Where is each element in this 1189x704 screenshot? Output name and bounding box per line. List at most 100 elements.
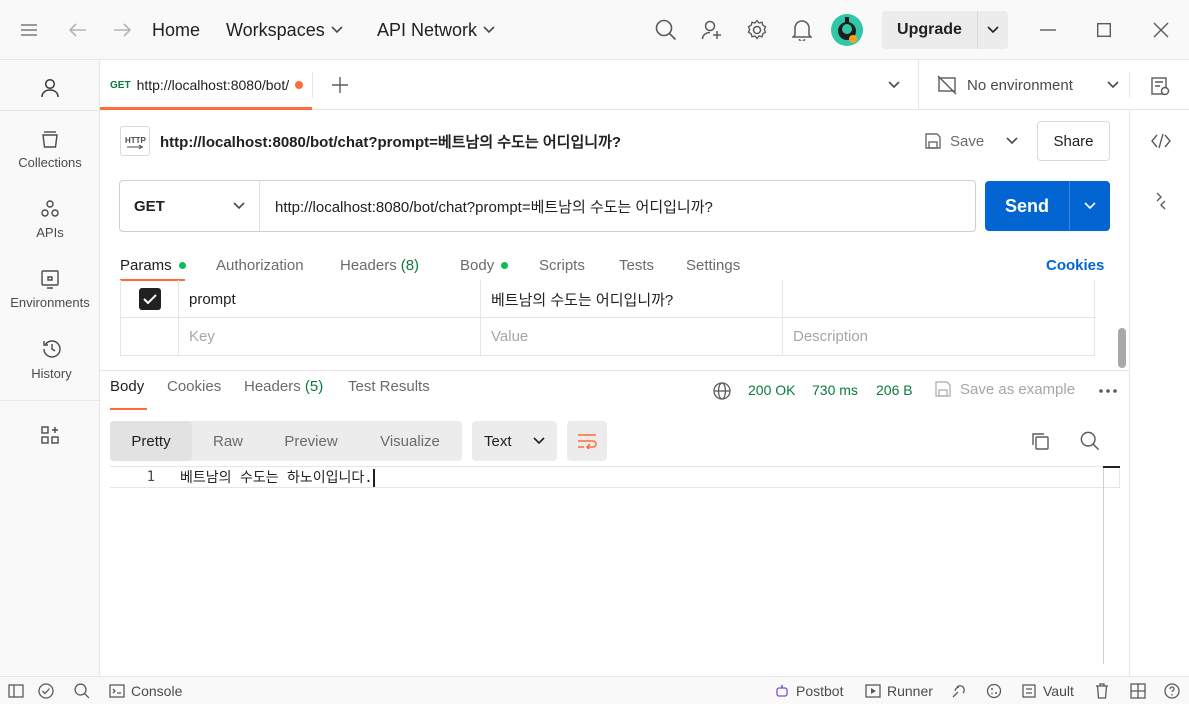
wrap-lines-icon[interactable] [567, 421, 607, 461]
method-select[interactable]: GET [120, 181, 260, 231]
response-time[interactable]: 730 ms [812, 382, 858, 398]
tab-scripts[interactable]: Scripts [539, 250, 585, 280]
maximize-icon[interactable] [1090, 16, 1118, 44]
toggle-sidebar-icon[interactable] [8, 677, 24, 704]
capture-requests-icon[interactable] [951, 677, 967, 704]
api-network-menu[interactable]: API Network [377, 0, 495, 60]
code-snippet-icon[interactable] [1148, 128, 1174, 154]
request-header: HTTP http://localhost:8080/bot/chat?prom… [100, 110, 1129, 172]
response-tab-body[interactable]: Body [110, 378, 144, 404]
checkbox-checked-icon[interactable] [138, 288, 161, 310]
vault-button[interactable]: Vault [1021, 677, 1074, 704]
send-button[interactable]: Send [985, 181, 1110, 231]
back-arrow-icon[interactable] [64, 18, 92, 42]
tab-authorization[interactable]: Authorization [216, 250, 304, 280]
tab-label: Headers [340, 256, 397, 274]
share-button[interactable]: Share [1037, 121, 1110, 161]
param-description-cell[interactable] [783, 280, 1096, 318]
request-tab[interactable]: GET http://localhost:8080/bot/chat?promp… [100, 60, 312, 110]
tab-label: Test Results [348, 378, 430, 395]
minimize-icon[interactable] [1034, 16, 1062, 44]
related-collections-icon[interactable] [1148, 188, 1174, 214]
tab-params[interactable]: Params [120, 250, 186, 280]
tabs-overflow-chevron-icon[interactable] [882, 73, 906, 97]
close-icon[interactable] [1147, 16, 1175, 44]
divider [0, 400, 100, 401]
param-value-cell[interactable]: 베트남의 수도는 어디입니까? [481, 280, 783, 318]
postbot-button[interactable]: Postbot [774, 677, 843, 704]
tab-label: Body [110, 378, 145, 395]
copy-icon[interactable] [1028, 429, 1052, 453]
tab-label: Body [460, 256, 495, 274]
format-select[interactable]: Text [472, 421, 557, 461]
workspaces-menu[interactable]: Workspaces [226, 0, 343, 60]
sidebar-item-history[interactable]: History [0, 326, 100, 392]
more-options-icon[interactable] [1097, 382, 1119, 400]
help-icon[interactable] [1164, 677, 1180, 704]
chevron-down-icon [233, 202, 245, 210]
view-preview-button[interactable]: Preview [264, 421, 358, 461]
cookies-link[interactable]: Cookies [1046, 250, 1104, 280]
network-globe-icon[interactable] [711, 380, 733, 402]
params-scrollbar[interactable] [1118, 328, 1126, 368]
unsaved-dot-icon [294, 81, 303, 89]
param-value-placeholder[interactable]: Value [481, 317, 783, 355]
tab-settings[interactable]: Settings [686, 250, 740, 280]
params-active-dot-icon [178, 261, 186, 269]
response-tab-headers[interactable]: Headers (5) [244, 378, 323, 404]
response-status[interactable]: 200 OK [748, 382, 795, 398]
tab-label: Cookies [167, 378, 222, 395]
sidebar-item-environments[interactable]: Environments [0, 256, 100, 322]
chevron-down-icon[interactable] [978, 11, 1008, 49]
home-link[interactable]: Home [152, 0, 200, 60]
environment-selector[interactable]: No environment [918, 60, 1130, 110]
new-tab-plus-icon[interactable] [328, 73, 352, 97]
send-label: Send [985, 181, 1070, 231]
url-input[interactable]: http://localhost:8080/bot/chat?prompt=베트… [260, 196, 713, 217]
menu-icon[interactable] [14, 18, 44, 42]
headers-count: (5) [304, 378, 324, 395]
view-pretty-button[interactable]: Pretty [110, 421, 192, 461]
search-response-icon[interactable] [1078, 429, 1102, 453]
response-editor[interactable]: 1 베트남의 수도는 하노이입니다. [110, 466, 1120, 666]
param-key-cell[interactable]: prompt [179, 280, 481, 318]
response-tab-test-results[interactable]: Test Results [348, 378, 430, 404]
notification-bell-icon[interactable] [788, 16, 816, 44]
two-pane-view-icon[interactable] [1130, 677, 1146, 704]
tab-body[interactable]: Body [460, 250, 509, 280]
line-number: 1 [146, 469, 155, 485]
configure-workbench-icon[interactable] [37, 422, 63, 448]
save-button[interactable]: Save [924, 126, 984, 156]
response-tab-cookies[interactable]: Cookies [167, 378, 221, 404]
sidebar-item-collections[interactable]: Collections [0, 116, 100, 182]
save-options-chevron-icon[interactable] [1000, 128, 1024, 154]
sidebar-item-apis[interactable]: APIs [0, 186, 100, 252]
settings-gear-icon[interactable] [743, 16, 771, 44]
forward-arrow-icon[interactable] [108, 18, 136, 42]
tab-headers[interactable]: Headers (8) [340, 250, 419, 280]
param-checkbox-cell[interactable] [121, 280, 179, 318]
editor-scrollbar-track[interactable] [1103, 466, 1104, 664]
online-status-icon[interactable] [38, 677, 54, 704]
tab-tests[interactable]: Tests [619, 250, 654, 280]
view-visualize-button[interactable]: Visualize [358, 421, 462, 461]
invite-user-icon[interactable] [698, 16, 726, 44]
runner-button[interactable]: Runner [865, 677, 933, 704]
save-as-example-button[interactable]: Save as example [934, 380, 1075, 398]
avatar[interactable] [831, 14, 863, 46]
method-label: GET [134, 197, 165, 215]
chevron-down-icon[interactable] [1070, 181, 1110, 231]
response-size[interactable]: 206 B [876, 382, 913, 398]
trash-icon[interactable] [1095, 677, 1109, 704]
param-description-placeholder[interactable]: Description [783, 317, 1096, 355]
environment-quick-look-icon[interactable] [1147, 73, 1173, 99]
upgrade-button[interactable]: Upgrade [882, 11, 1008, 49]
search-icon[interactable] [652, 16, 680, 44]
param-key-placeholder[interactable]: Key [179, 317, 481, 355]
user-profile-icon[interactable] [36, 74, 64, 102]
console-button[interactable]: Console [109, 677, 182, 704]
find-replace-icon[interactable] [74, 677, 90, 704]
cookies-icon[interactable] [986, 677, 1002, 704]
view-raw-button[interactable]: Raw [192, 421, 264, 461]
request-title[interactable]: http://localhost:8080/bot/chat?prompt=베트… [160, 110, 621, 172]
